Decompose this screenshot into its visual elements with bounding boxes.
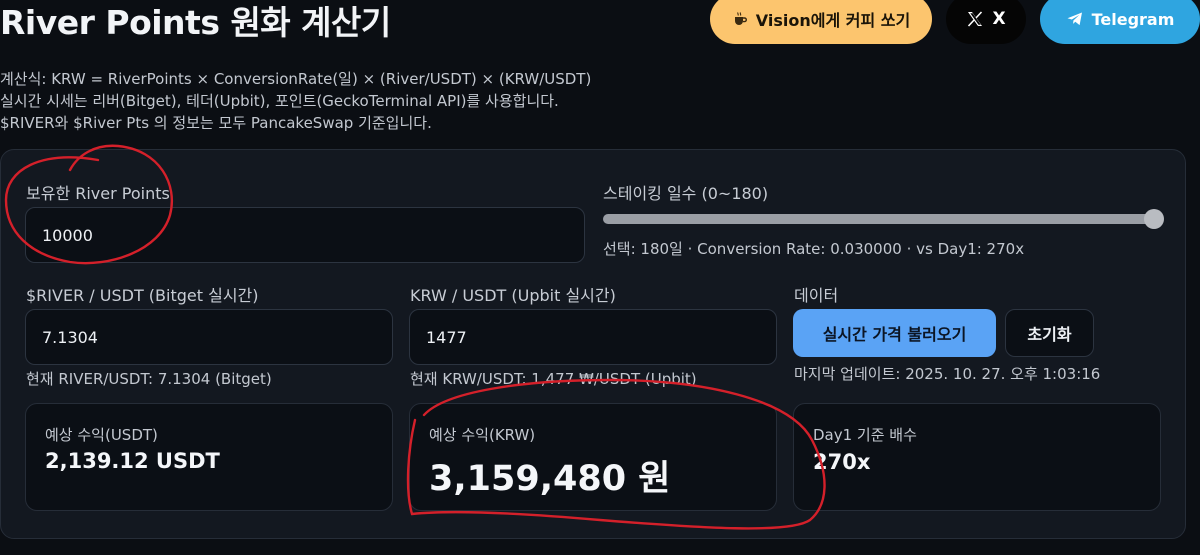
data-section-label: 데이터 [794, 286, 839, 305]
points-input[interactable]: 10000 [25, 207, 585, 263]
telegram-icon [1066, 10, 1084, 28]
river-usdt-label: $RIVER / USDT (Bitget 실시간) [26, 286, 259, 305]
coffee-button-label: Vision에게 커피 쏘기 [755, 11, 911, 30]
fetch-live-price-button[interactable]: 실시간 가격 불러오기 [793, 309, 996, 357]
reset-button[interactable]: 초기화 [1005, 309, 1094, 357]
formula-description: 계산식: KRW = RiverPoints × ConversionRate(… [0, 68, 591, 134]
coffee-icon [732, 11, 748, 27]
river-usdt-current: 현재 RIVER/USDT: 7.1304 (Bitget) [26, 370, 272, 388]
krw-usdt-label: KRW / USDT (Upbit 실시간) [410, 286, 616, 305]
staking-selection-text: 선택: 180일 · Conversion Rate: 0.030000 · v… [603, 240, 1025, 258]
krw-usdt-current: 현재 KRW/USDT: 1,477 ₩/USDT (Upbit) [410, 370, 697, 388]
multiplier-card: Day1 기준 배수 270x [793, 403, 1161, 511]
basis-line: $RIVER와 $River Pts 의 정보는 모두 PancakeSwap … [0, 114, 432, 132]
x-button-label: X [992, 9, 1006, 29]
usdt-result-label: 예상 수익(USDT) [45, 426, 158, 444]
coffee-button[interactable]: Vision에게 커피 쏘기 [710, 0, 932, 44]
formula-line: 계산식: KRW = RiverPoints × ConversionRate(… [0, 70, 592, 88]
staking-days-slider-track[interactable] [603, 214, 1159, 224]
multiplier-label: Day1 기준 배수 [813, 426, 917, 444]
staking-days-slider-thumb[interactable] [1144, 209, 1164, 229]
river-usdt-input[interactable]: 7.1304 [25, 309, 393, 365]
telegram-button-label: Telegram [1091, 9, 1175, 29]
usdt-result-value: 2,139.12 USDT [45, 449, 220, 473]
usdt-result-card: 예상 수익(USDT) 2,139.12 USDT [25, 403, 393, 511]
points-label: 보유한 River Points [26, 184, 170, 203]
calculator-page: River Points 원화 계산기 Vision에게 커피 쏘기 X Tel… [0, 0, 1200, 555]
last-update-text: 마지막 업데이트: 2025. 10. 27. 오후 1:03:16 [794, 365, 1101, 383]
x-button[interactable]: X [946, 0, 1026, 44]
x-logo-icon [966, 10, 984, 28]
header-actions: Vision에게 커피 쏘기 X Telegram [710, 0, 1200, 44]
krw-usdt-input[interactable]: 1477 [409, 309, 777, 365]
staking-days-label: 스테이킹 일수 (0~180) [603, 184, 769, 203]
multiplier-value: 270x [813, 450, 871, 474]
krw-result-label: 예상 수익(KRW) [429, 426, 536, 444]
krw-result-value: 3,159,480 원 [429, 459, 671, 499]
source-line: 실시간 시세는 리버(Bitget), 테더(Upbit), 포인트(Gecko… [0, 92, 559, 110]
telegram-button[interactable]: Telegram [1040, 0, 1200, 44]
page-title: River Points 원화 계산기 [0, 3, 391, 42]
krw-result-card: 예상 수익(KRW) 3,159,480 원 [409, 403, 777, 511]
